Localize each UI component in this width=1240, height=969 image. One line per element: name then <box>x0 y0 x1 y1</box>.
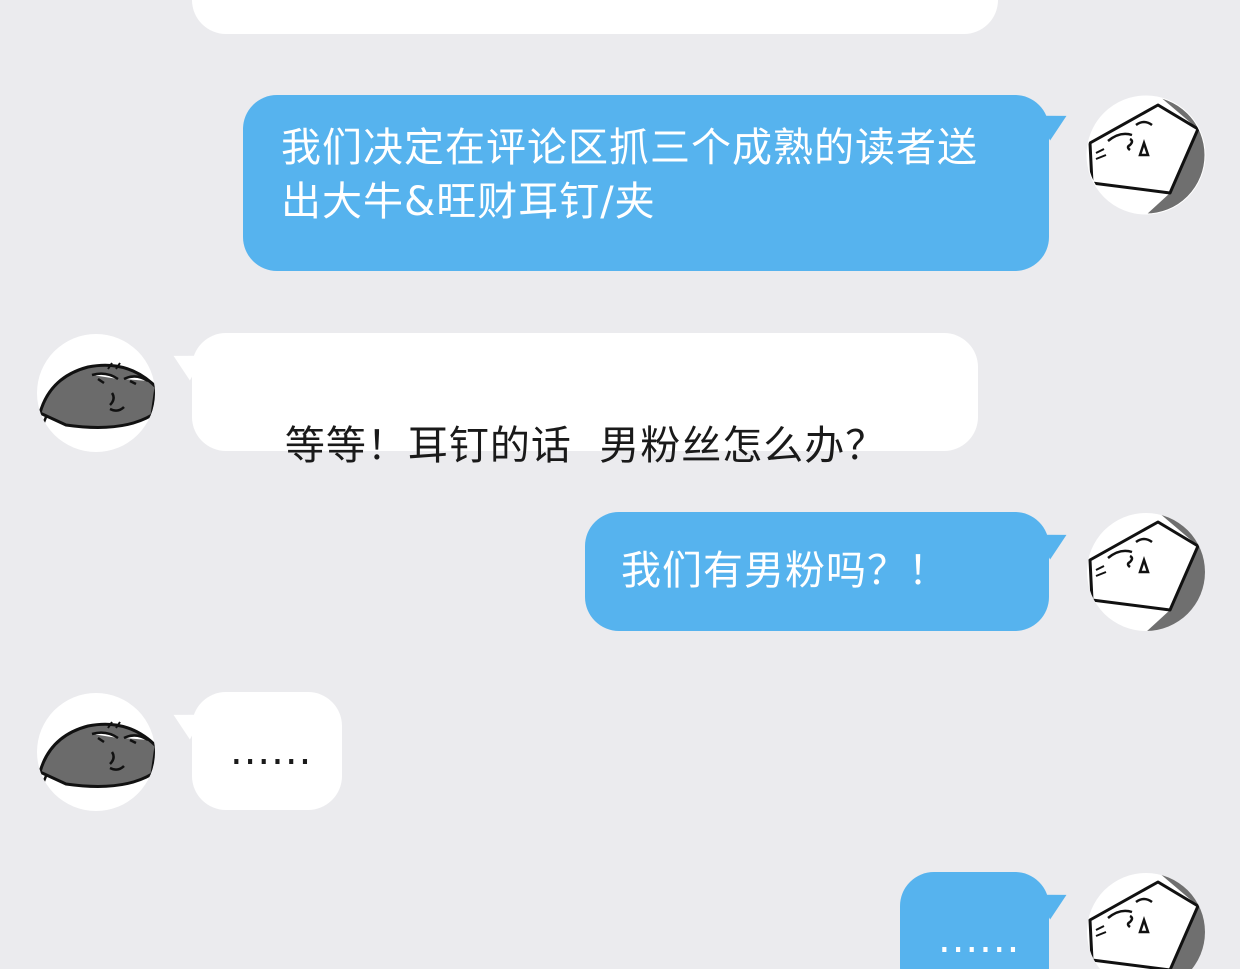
chat-thread: 我们决定在评论区抓三个成熟的读者送出大牛&旺财耳钉/夹 等等！耳钉的话 男粉丝怎… <box>0 0 1240 969</box>
message-bubble-outgoing[interactable]: 我们决定在评论区抓三个成熟的读者送出大牛&旺财耳钉/夹 <box>243 95 1049 271</box>
self-avatar[interactable] <box>1086 512 1206 632</box>
self-avatar[interactable] <box>1086 872 1206 969</box>
message-bubble-outgoing[interactable]: 我们有男粉吗？！ <box>585 512 1049 631</box>
contact-avatar[interactable] <box>36 333 156 453</box>
white-faced-cartoon-avatar-icon <box>1087 873 1205 969</box>
self-avatar[interactable] <box>1086 95 1206 215</box>
message-bubble-incoming[interactable]: 等等！耳钉的话 男粉丝怎么办？ <box>192 333 978 469</box>
message-text: ...... <box>230 728 313 774</box>
message-bubble-incoming[interactable] <box>192 0 998 34</box>
message-text: 我们有男粉吗？！ <box>621 548 949 594</box>
contact-avatar[interactable] <box>36 692 156 812</box>
message-text: ...... <box>938 916 1021 962</box>
dark-faced-cartoon-avatar-icon <box>37 693 155 811</box>
white-faced-cartoon-avatar-icon <box>1086 95 1206 215</box>
message-bubble-incoming[interactable]: ...... <box>192 692 342 810</box>
dark-faced-cartoon-avatar-icon <box>37 334 155 452</box>
message-text: 我们决定在评论区抓三个成熟的读者送出大牛&旺财耳钉/夹 <box>281 125 978 225</box>
white-faced-cartoon-avatar-icon <box>1087 513 1205 631</box>
message-bubble-outgoing[interactable]: ...... <box>900 872 1049 969</box>
message-text: 等等！耳钉的话 男粉丝怎么办？ <box>284 423 887 469</box>
